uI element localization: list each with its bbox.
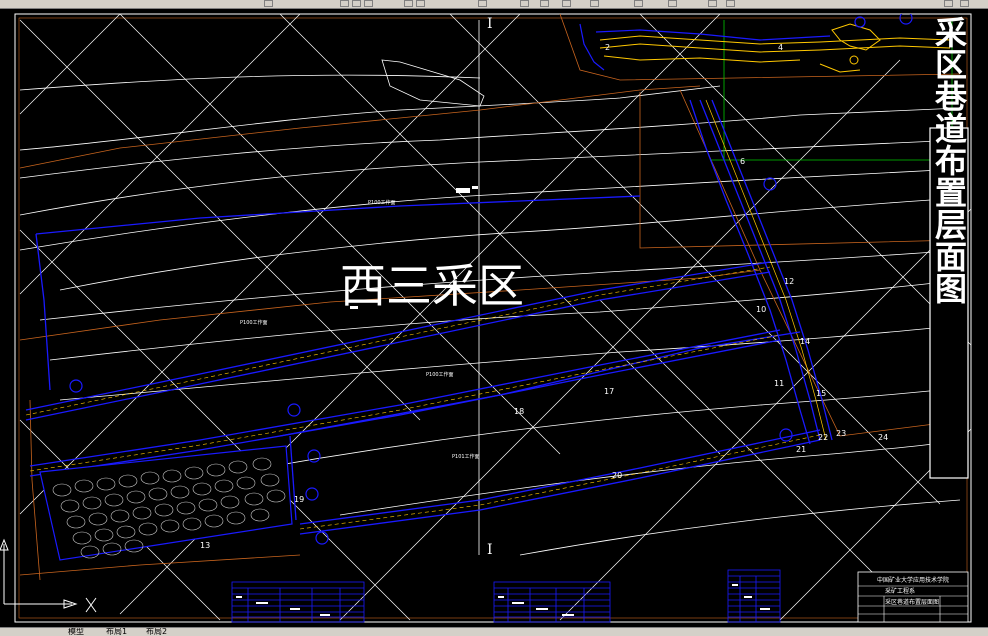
toolbar-button[interactable] (478, 0, 487, 7)
toolbar-button[interactable] (634, 0, 643, 7)
toolbar-button[interactable] (668, 0, 677, 7)
toolbar-button[interactable] (726, 0, 735, 7)
title-block-drawing-name: 采区巷道布置层面图 (885, 598, 939, 606)
toolbar-button[interactable] (590, 0, 599, 7)
workface-label: P100工作面 (426, 371, 454, 378)
drawing-canvas[interactable]: I I 西三采区 P100工作面 P100工作面 P100工作面 P101工作面… (0, 8, 988, 627)
section-mark-top: I (487, 16, 493, 32)
toolbar-button[interactable] (364, 0, 373, 7)
point-label: 20 (612, 471, 622, 480)
toolbar-button[interactable] (540, 0, 549, 7)
mining-area-label: 西三采区 (340, 259, 524, 313)
toolbar-button[interactable] (340, 0, 349, 7)
title-block-dept: 采矿工程系 (885, 587, 915, 595)
point-label: 19 (294, 495, 304, 504)
toolbar-button[interactable] (404, 0, 413, 7)
workface-label: P101工作面 (452, 453, 480, 460)
point-label: 22 (818, 433, 828, 442)
point-label: 14 (800, 337, 810, 346)
workface-label: P100工作面 (240, 319, 268, 326)
point-label: 23 (836, 429, 846, 438)
point-label: 12 (784, 277, 794, 286)
toolbar-button[interactable] (520, 0, 529, 7)
title-block-school: 中国矿业大学应用技术学院 (877, 576, 949, 584)
table-middle (493, 581, 611, 623)
toolbar-button[interactable] (264, 0, 273, 7)
section-mark-bottom: I (487, 542, 493, 558)
toolbar-button[interactable] (960, 0, 969, 7)
point-label: 13 (200, 541, 210, 550)
toolbar-button[interactable] (562, 0, 571, 7)
point-label: 24 (878, 433, 888, 442)
point-label: 6 (740, 157, 745, 166)
workface-label: P100工作面 (368, 199, 396, 206)
goaf-area (39, 445, 293, 561)
vertical-title: 采区巷道布置层面图 (930, 16, 968, 304)
toolbar-button[interactable] (944, 0, 953, 7)
point-label: 15 (816, 389, 826, 398)
point-label: 2 (605, 43, 610, 52)
point-label: 4 (778, 43, 783, 52)
point-label: 21 (796, 445, 806, 454)
toolbar-button[interactable] (416, 0, 425, 7)
point-label: 18 (514, 407, 524, 416)
point-label: 17 (604, 387, 614, 396)
point-label: 10 (756, 305, 766, 314)
toolbar-button[interactable] (352, 0, 361, 7)
point-label: 11 (774, 379, 784, 388)
table-right (727, 569, 781, 623)
toolbar-button[interactable] (708, 0, 717, 7)
title-block: 中国矿业大学应用技术学院 采矿工程系 采区巷道布置层面图 (857, 571, 969, 623)
